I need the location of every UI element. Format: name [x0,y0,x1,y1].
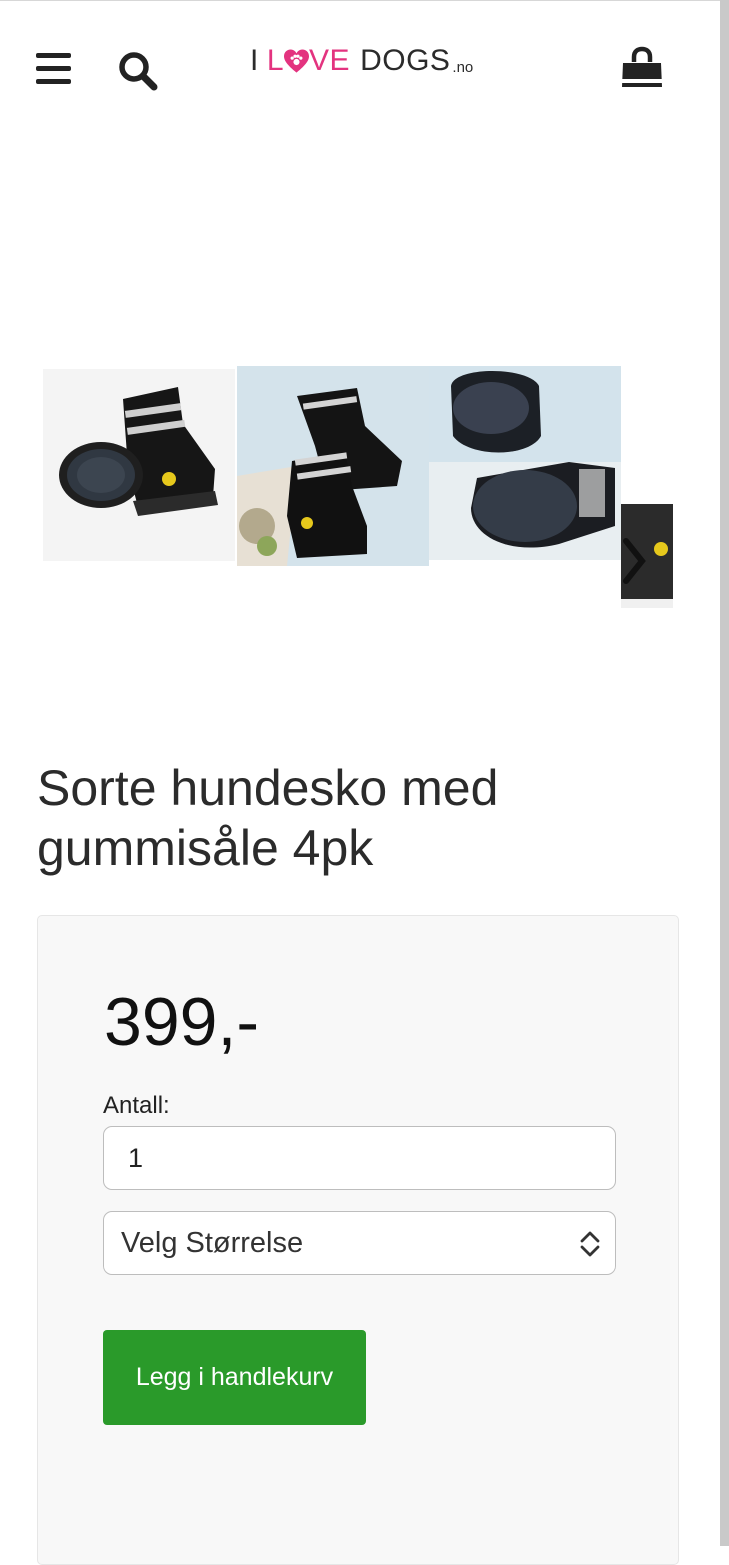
product-gallery[interactable] [43,366,673,608]
site-header: I L VE DOGS .no [0,0,720,130]
product-price: 399,- [104,984,259,1060]
search-button[interactable] [117,50,159,92]
scrollbar[interactable] [720,0,729,1546]
logo-word: DOGS [360,44,451,77]
product-title: Sorte hundesko med gummisåle 4pk [37,760,499,876]
logo-letters: VE [309,44,351,77]
site-logo[interactable]: I L VE DOGS .no [250,44,473,78]
quantity-input[interactable] [103,1126,616,1190]
quantity-label: Antall: [103,1092,170,1119]
size-select[interactable]: Velg Størrelse [103,1211,616,1275]
product-image[interactable] [43,369,235,561]
logo-word: I [250,44,259,77]
size-select-value: Velg Størrelse [121,1227,304,1259]
chevron-right-icon[interactable] [620,535,648,587]
product-image[interactable] [237,366,429,566]
search-icon [119,52,158,91]
shopping-bag-icon [622,46,662,87]
product-image[interactable] [429,366,621,560]
select-updown-icon [580,1231,600,1257]
menu-bar [36,66,71,71]
menu-button[interactable] [36,53,72,85]
purchase-box: 399,- Antall: Velg Størrelse Legg i hand… [37,915,679,1565]
logo-letter: L [266,44,285,77]
menu-bar [36,79,71,84]
logo-tld: .no [452,59,474,76]
add-to-cart-button[interactable]: Legg i handlekurv [103,1330,366,1425]
heart-paw-icon [284,49,310,73]
menu-bar [36,53,71,58]
cart-button[interactable] [620,46,664,90]
